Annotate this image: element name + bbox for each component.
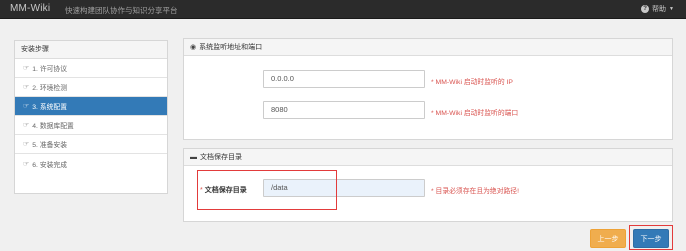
sidebar-item-label: 6. 安装完成 — [32, 161, 68, 169]
panel-header: ▬ 文档保存目录 — [184, 149, 672, 166]
sidebar-item-label: 3. 系统配置 — [32, 104, 68, 111]
sidebar-item-env-check[interactable]: ☞ 2. 环境检测 — [15, 78, 167, 97]
listen-config-panel: ◉ 系统监听地址和端口 *addr 0.0.0.0 * MM-Wiki 启动时监… — [183, 38, 673, 140]
brand-tagline: 快速构建团队协作与知识分享平台 — [65, 6, 178, 15]
hand-right-icon: ☞ — [23, 141, 30, 148]
panel-body: *addr 0.0.0.0 * MM-Wiki 启动时监听的 IP *端口 80… — [184, 56, 672, 140]
highlight-box-dir — [197, 170, 337, 210]
hand-right-icon: ☞ — [23, 84, 30, 91]
hand-right-icon: ☞ — [23, 65, 30, 72]
port-hint: * MM-Wiki 启动时监听的端口 — [431, 110, 519, 117]
sidebar-item-prepare-install[interactable]: ☞ 5. 准备安装 — [15, 135, 167, 154]
help-menu[interactable]: ? 帮助 ▼ — [641, 4, 674, 14]
next-button[interactable]: 下一步 — [633, 229, 669, 248]
folder-icon: ▬ — [190, 153, 197, 161]
addr-input[interactable]: 0.0.0.0 — [263, 70, 425, 88]
help-label: 帮助 — [652, 6, 667, 13]
dir-hint: * 目录必须存在且为绝对路径! — [431, 188, 519, 195]
caret-down-icon: ▼ — [669, 6, 674, 12]
brand-logo[interactable]: MM-Wiki — [10, 3, 50, 14]
hand-right-icon: ☞ — [23, 160, 30, 168]
hand-right-icon: ☞ — [23, 122, 30, 129]
panel-header: ◉ 系统监听地址和端口 — [184, 39, 672, 56]
addr-hint: * MM-Wiki 启动时监听的 IP — [431, 79, 513, 86]
sidebar-item-install-complete[interactable]: ☞ 6. 安装完成 — [15, 154, 167, 173]
sidebar-item-label: 4. 数据库配置 — [32, 123, 74, 130]
sidebar-item-system-config[interactable]: ☞ 3. 系统配置 — [15, 97, 167, 116]
port-input[interactable]: 8080 — [263, 101, 425, 119]
sidebar-item-label: 2. 环境检测 — [32, 85, 68, 92]
sidebar-item-label: 5. 准备安装 — [32, 142, 68, 149]
panel-title: 文档保存目录 — [200, 154, 242, 161]
prev-button[interactable]: 上一步 — [590, 229, 626, 248]
hand-right-icon: ☞ — [23, 103, 30, 110]
sidebar-item-label: 1. 许可协议 — [32, 66, 68, 73]
globe-icon: ◉ — [190, 44, 197, 51]
sidebar-item-database-config[interactable]: ☞ 4. 数据库配置 — [15, 116, 167, 135]
sidebar-item-license[interactable]: ☞ 1. 许可协议 — [15, 59, 167, 78]
question-circle-icon: ? — [641, 5, 650, 13]
sidebar-title: 安装步骤 — [15, 41, 167, 59]
top-navbar: MM-Wiki 快速构建团队协作与知识分享平台 ? 帮助 ▼ — [0, 0, 686, 19]
panel-title: 系统监听地址和端口 — [199, 44, 263, 51]
install-steps-sidebar: 安装步骤 ☞ 1. 许可协议 ☞ 2. 环境检测 ☞ 3. 系统配置 ☞ 4. … — [14, 40, 168, 194]
